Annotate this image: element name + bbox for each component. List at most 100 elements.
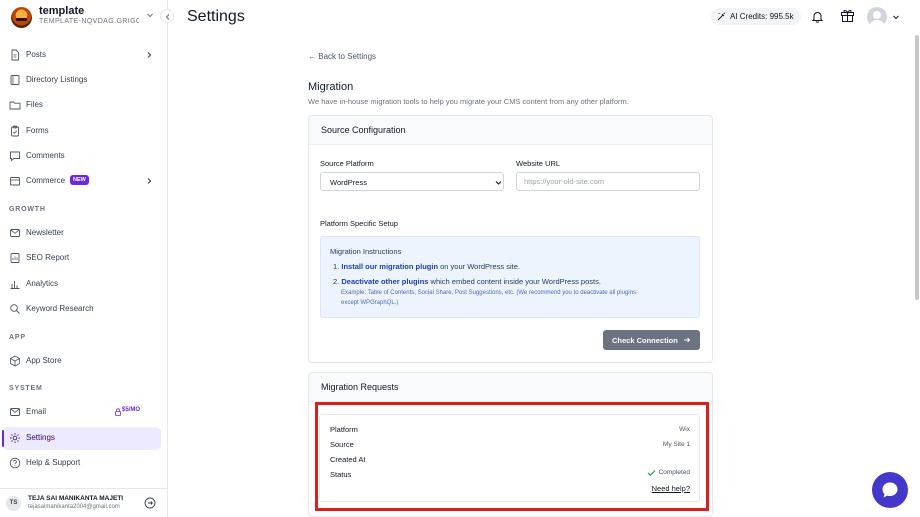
chevron-down-icon[interactable] (892, 13, 900, 21)
migration-instructions: Migration Instructions 1. Install our mi… (320, 236, 700, 318)
source-platform-label: Source Platform (320, 159, 374, 168)
sidebar-item-comments[interactable]: Comments (3, 145, 161, 168)
highlight-box (315, 402, 709, 511)
website-url-input[interactable] (516, 172, 700, 191)
sidebar-item-label: Directory Listings (26, 75, 88, 84)
sidebar-item-label: Newsletter (26, 228, 64, 237)
bar-chart-icon (10, 281, 20, 289)
sidebar-item-label: Analytics (26, 279, 59, 288)
sidebar-item-commerce[interactable]: Commerce NEW (3, 170, 161, 193)
instructions-title: Migration Instructions (330, 247, 402, 256)
sidebar-item-label: Forms (26, 126, 49, 135)
instruction-step-2: 2. Deactivate other plugins which embed … (333, 277, 601, 286)
chevron-left-icon (165, 14, 170, 20)
sidebar-item-keyword-research[interactable]: Keyword Research (3, 298, 161, 321)
workspace-logo (11, 7, 32, 28)
sidebar-item-label: SEO Report (26, 253, 70, 262)
bell-icon[interactable] (811, 10, 824, 23)
chat-icon (882, 482, 898, 498)
step-number: 2. (333, 277, 340, 286)
instruction-step-1: 1. Install our migration plugin on your … (333, 262, 520, 271)
sidebar-item-label: Email (26, 407, 47, 416)
back-to-settings-link[interactable]: ← Back to Settings (308, 52, 376, 61)
lock-icon (115, 408, 121, 416)
wallet-icon (10, 177, 20, 186)
sidebar-item-email[interactable]: Email $5/MO (3, 401, 161, 424)
check-connection-button[interactable]: Check Connection (603, 330, 700, 350)
gift-icon[interactable] (840, 8, 855, 23)
profile-avatar[interactable] (867, 7, 887, 27)
sidebar-item-analytics[interactable]: Analytics (3, 273, 161, 296)
sidebar-item-help-support[interactable]: Help & Support (3, 452, 161, 475)
clipboard-icon (11, 125, 19, 137)
section-description: We have in-house migration tools to help… (308, 97, 629, 106)
cube-icon (10, 355, 20, 367)
website-url-label: Website URL (516, 159, 561, 168)
new-badge: NEW (70, 175, 89, 185)
ai-credits-text: AI Credits: 995.5k (730, 12, 794, 21)
sidebar-item-label: Settings (26, 433, 55, 442)
sidebar-item-forms[interactable]: Forms (3, 120, 161, 143)
source-platform-select[interactable]: WordPress (320, 172, 504, 191)
sidebar-item-files[interactable]: Files (3, 94, 161, 117)
folder-icon (9, 101, 21, 110)
page-title: Settings (187, 8, 245, 25)
arrow-right-icon (684, 337, 691, 343)
instruction-note: Example: Table of Contents, Social Share… (341, 290, 636, 296)
user-profile: TS TEJA SAI MANIKANTA MAJETI tejasaimani… (0, 488, 168, 517)
user-name: TEJA SAI MANIKANTA MAJETI (28, 495, 124, 502)
workspace-subtitle: TEMPLATE-NQVDAG.GRIGOR... (39, 18, 139, 25)
sidebar-item-posts[interactable]: Posts (3, 44, 161, 67)
chat-bubble-icon (10, 151, 20, 162)
document-icon (11, 49, 19, 61)
section-label-app: APP (9, 334, 26, 341)
mail-icon (10, 229, 20, 237)
select-value: WordPress (330, 178, 367, 187)
button-label: Check Connection (612, 335, 678, 345)
chevron-down-icon (495, 181, 502, 185)
sidebar-item-label: App Store (26, 356, 62, 365)
section-label-system: SYSTEM (9, 385, 43, 392)
section-label-growth: GROWTH (9, 206, 46, 213)
deactivate-plugins-link[interactable]: Deactivate other plugins (341, 277, 428, 286)
sidebar-item-settings[interactable]: Settings (2, 427, 161, 450)
card-header: Migration Requests (309, 373, 712, 402)
arrow-left-icon: ← (308, 52, 319, 61)
instruction-note: except WPGraphQL.) (341, 300, 399, 306)
mail-icon (10, 408, 20, 416)
chevron-down-icon (147, 13, 153, 18)
sidebar-item-newsletter[interactable]: Newsletter (3, 222, 161, 245)
chevron-right-icon (147, 52, 152, 58)
workspace-switcher[interactable]: template TEMPLATE-NQVDAG.GRIGOR... (0, 0, 168, 36)
book-icon (10, 75, 20, 85)
step-text: on your WordPress site. (438, 262, 521, 271)
chevron-right-icon (147, 178, 152, 184)
sidebar-item-label: Comments (26, 151, 65, 160)
logout-icon[interactable] (144, 497, 156, 509)
user-email: tejasaimanikanta2004@gmail.com (28, 504, 120, 510)
card-title: Migration Requests (321, 382, 399, 392)
workspace-name: template (39, 5, 85, 17)
step-text: which embed content inside your WordPres… (428, 277, 601, 286)
step-number: 1. (333, 262, 340, 271)
sidebar-item-label: Posts (26, 50, 47, 59)
collapse-sidebar-button[interactable] (160, 9, 174, 23)
ai-credits-badge[interactable]: AI Credits: 995.5k (711, 8, 801, 25)
price-badge: $5/MO (122, 407, 141, 413)
card-title: Source Configuration (321, 125, 406, 135)
scrollbar[interactable] (915, 35, 919, 300)
magic-wand-icon (717, 12, 725, 21)
sidebar-item-app-store[interactable]: App Store (3, 350, 161, 373)
report-icon (10, 253, 20, 263)
back-link-text: Back to Settings (318, 52, 377, 61)
section-title: Migration (308, 81, 354, 93)
sidebar-item-label: Keyword Research (26, 304, 94, 313)
chat-widget-button[interactable] (872, 472, 908, 508)
search-icon (10, 304, 20, 314)
card-header: Source Configuration (309, 116, 712, 145)
sidebar-item-label: Files (26, 100, 43, 109)
install-plugin-link[interactable]: Install our migration plugin (341, 262, 438, 271)
sidebar-item-seo-report[interactable]: SEO Report (3, 247, 161, 270)
sidebar-item-directory-listings[interactable]: Directory Listings (3, 69, 161, 92)
platform-setup-label: Platform Specific Setup (320, 219, 398, 228)
